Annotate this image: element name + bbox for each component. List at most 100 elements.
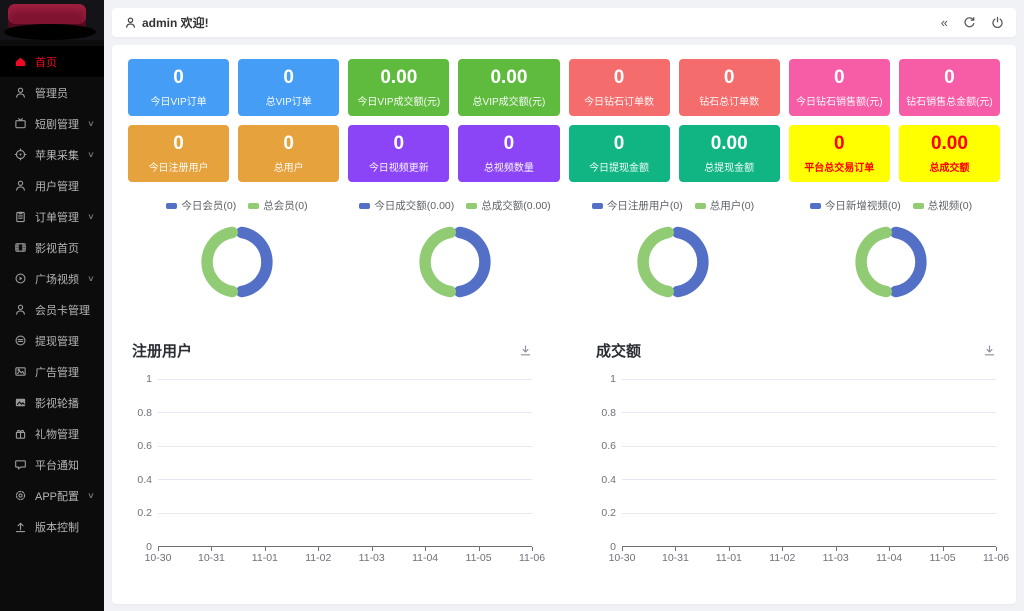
collapse-sidebar-icon[interactable]: « (941, 16, 948, 29)
stat-value: 0.00 (458, 67, 559, 90)
sidebar-item-apple-collect[interactable]: 苹果采集 ∨ (0, 139, 104, 170)
gift-icon (14, 427, 27, 440)
sidebar-item-home[interactable]: 首页 (0, 46, 104, 77)
main-content: 0今日VIP订单 0总VIP订单 0.00今日VIP成交额(元) 0.00总VI… (112, 45, 1016, 604)
legend-label: 今日新增视频(0) (825, 198, 901, 213)
sidebar-item-label: 用户管理 (35, 178, 94, 194)
chevron-down-icon: ∨ (87, 274, 95, 283)
sidebar-item-ads[interactable]: 广告管理 (0, 356, 104, 387)
stat-label: 钻石销售总金额(元) (899, 93, 1000, 108)
stat-card: 0 总VIP订单 (238, 59, 339, 116)
sidebar-item-movie-home[interactable]: 影视首页 (0, 232, 104, 263)
stat-card: 0今日钻石订单数 (569, 59, 670, 116)
logo-underline (4, 24, 96, 40)
download-icon[interactable] (519, 344, 532, 357)
sidebar-item-app-config[interactable]: APP配置 ∨ (0, 480, 104, 511)
legend-swatch-blue (810, 203, 821, 209)
stat-value: 0 (679, 67, 780, 90)
sidebar-item-plaza-video[interactable]: 广场视频 ∨ (0, 263, 104, 294)
sidebar-item-carousel[interactable]: 影视轮播 (0, 387, 104, 418)
sidebar-item-label: 苹果采集 (35, 147, 88, 163)
legend-swatch-green (466, 203, 477, 209)
stat-value: 0 (128, 67, 229, 90)
sidebar-item-version[interactable]: 版本控制 (0, 511, 104, 542)
sidebar-item-label: 广告管理 (35, 364, 94, 380)
plot-area (622, 379, 996, 547)
sidebar-item-label: 广场视频 (35, 271, 88, 287)
sidebar-item-label: 影视首页 (35, 240, 94, 256)
stat-value: 0 (348, 133, 449, 156)
stat-label: 今日VIP成交额(元) (348, 93, 449, 108)
chevron-down-icon: ∨ (87, 119, 95, 128)
stat-card: 0 今日钻石销售额(元) (789, 59, 890, 116)
donut-chart-videos: 今日新增视频(0) 总视频(0) (782, 198, 1000, 306)
stat-value: 0 (128, 133, 229, 156)
tv-icon (14, 117, 27, 130)
legend-swatch-green (248, 203, 259, 209)
stat-card: 0总视频数量 (458, 125, 559, 182)
power-icon[interactable] (991, 16, 1004, 29)
film-icon (14, 241, 27, 254)
chart-title: 注册用户 (132, 340, 192, 361)
stat-card: 0.00今日VIP成交额(元) (348, 59, 449, 116)
sidebar-item-label: 首页 (35, 54, 94, 70)
legend-swatch-blue (166, 203, 177, 209)
stat-label: 今日钻石销售额(元) (789, 93, 890, 108)
stat-card: 0钻石总订单数 (679, 59, 780, 116)
sidebar-item-gifts[interactable]: 礼物管理 (0, 418, 104, 449)
upload-icon (14, 520, 27, 533)
sidebar-item-short-drama[interactable]: 短剧管理 ∨ (0, 108, 104, 139)
gear-icon (14, 489, 27, 502)
stat-label: 总VIP订单 (238, 93, 339, 108)
stat-card: 0总用户 (238, 125, 339, 182)
stat-card: 0今日注册用户 (128, 125, 229, 182)
home-icon (14, 55, 27, 68)
message-icon (14, 458, 27, 471)
y-axis-labels: 10.80.60.40.20 (596, 379, 622, 547)
user-greeting: admin 欢迎! (124, 14, 209, 31)
stat-value: 0 (238, 133, 339, 156)
sidebar-item-member-card[interactable]: 会员卡管理 (0, 294, 104, 325)
sidebar-item-withdraw[interactable]: 提现管理 (0, 325, 104, 356)
sidebar-menu: 首页 管理员 短剧管理 ∨ 苹果采集 ∨ 用户管理 订单管理 ∨ 影视首页 (0, 40, 104, 542)
chevron-down-icon: ∨ (87, 212, 95, 221)
stat-value: 0 (789, 133, 890, 156)
donut-graphic (629, 218, 717, 306)
carousel-image-icon (14, 396, 27, 409)
stat-card: 0.00总VIP成交额(元) (458, 59, 559, 116)
sidebar-item-label: 短剧管理 (35, 116, 88, 132)
legend-swatch-blue (359, 203, 370, 209)
sidebar-item-orders[interactable]: 订单管理 ∨ (0, 201, 104, 232)
stat-value: 0 (569, 67, 670, 90)
legend-label: 总成交额(0.00) (481, 198, 550, 213)
chevron-down-icon: ∨ (87, 491, 95, 500)
donut-chart-registered: 今日注册用户(0) 总用户(0) (564, 198, 782, 306)
sidebar-item-notice[interactable]: 平台通知 (0, 449, 104, 480)
line-chart-turnover: 成交额 10.80.60.40.20 10-3010-3111-0111-021… (596, 340, 996, 568)
line-chart-registered-users: 注册用户 10.80.60.40.20 10-3010-3111-0111-02… (132, 340, 532, 568)
app-logo (0, 0, 104, 40)
legend-swatch-blue (592, 203, 603, 209)
sidebar-item-label: 提现管理 (35, 333, 94, 349)
stat-label: 总成交额 (899, 159, 1000, 174)
stat-value: 0 (238, 67, 339, 90)
sidebar-item-admins[interactable]: 管理员 (0, 77, 104, 108)
top-header: admin 欢迎! « (112, 8, 1016, 37)
stat-card: 0今日VIP订单 (128, 59, 229, 116)
donut-graphic (193, 218, 281, 306)
donut-graphic (847, 218, 935, 306)
legend-label: 总会员(0) (263, 198, 307, 213)
chart-title: 成交额 (596, 340, 641, 361)
stat-cards-row-2: 0今日注册用户 0总用户 0今日视频更新 0总视频数量 0今日提现金额 0.00… (128, 125, 1000, 182)
refresh-icon[interactable] (963, 16, 976, 29)
stat-value: 0 (789, 67, 890, 90)
sidebar-item-users[interactable]: 用户管理 (0, 170, 104, 201)
x-axis-labels: 10-3010-3111-0111-0211-0311-0411-0511-06 (622, 552, 996, 568)
donut-chart-members: 今日会员(0) 总会员(0) (128, 198, 346, 306)
download-icon[interactable] (983, 344, 996, 357)
donut-graphic (411, 218, 499, 306)
stat-cards-row-1: 0今日VIP订单 0总VIP订单 0.00今日VIP成交额(元) 0.00总VI… (128, 59, 1000, 116)
sidebar: 首页 管理员 短剧管理 ∨ 苹果采集 ∨ 用户管理 订单管理 ∨ 影视首页 (0, 0, 104, 611)
play-circle-icon (14, 272, 27, 285)
target-icon (14, 148, 27, 161)
